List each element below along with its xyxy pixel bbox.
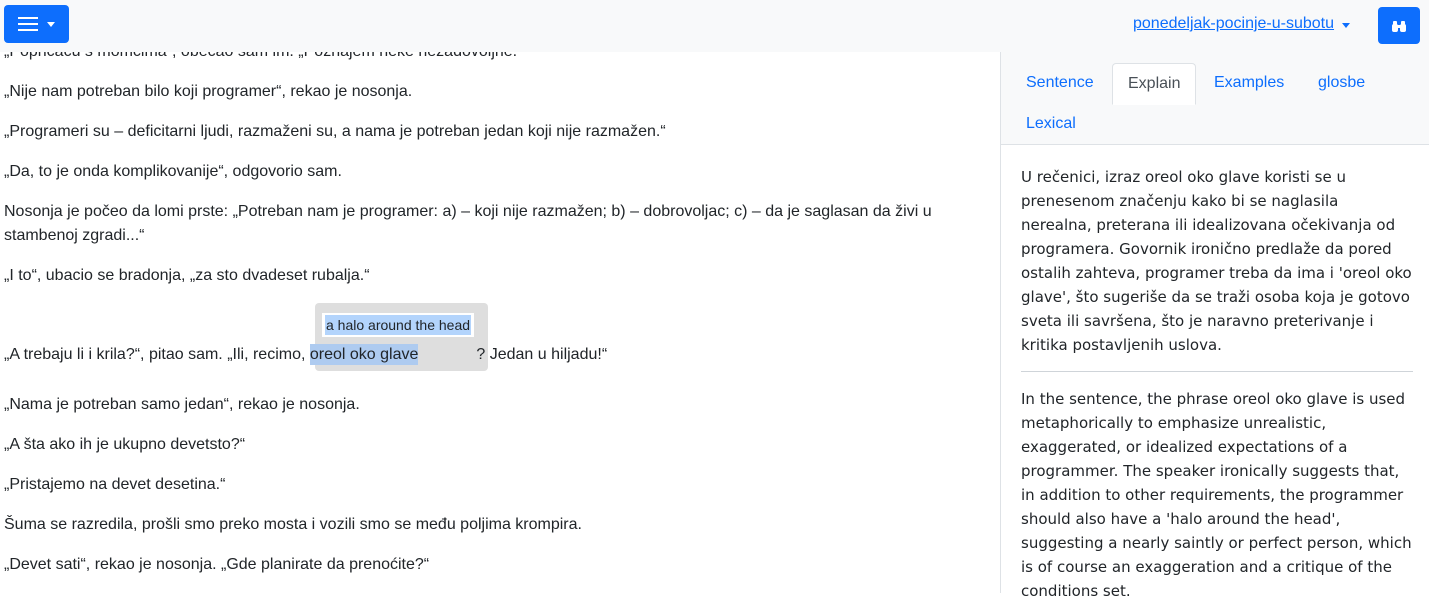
caret-down-icon (1342, 22, 1351, 28)
text-paragraph[interactable]: „Devet sati“, rekao je nosonja. „Gde pla… (4, 553, 964, 577)
text-paragraph[interactable]: „Programeri su – deficitarni ljudi, razm… (4, 120, 964, 144)
translation-tooltip: a halo around the head (322, 313, 475, 337)
tab-sentence[interactable]: Sentence (1026, 71, 1094, 95)
explanation-english: In the sentence, the phrase oreol oko gl… (1021, 390, 1412, 600)
hamburger-icon (18, 17, 38, 31)
explanation-native: U rečenici, izraz oreol oko glave korist… (1021, 168, 1412, 354)
tab-examples[interactable]: Examples (1214, 71, 1284, 95)
translation-text: a halo around the head (325, 315, 472, 335)
text-paragraph[interactable]: „A šta ako ih je ukupno devetsto?“ (4, 433, 964, 457)
text-paragraph[interactable]: „Nama je potreban samo jedan“, rekao je … (4, 393, 964, 417)
explanation-panel: Sentence Explain Examples glosbe Lexical… (1000, 52, 1429, 600)
tab-lexical[interactable]: Lexical (1026, 112, 1076, 136)
divider (1021, 371, 1413, 372)
text-paragraph[interactable]: Nosonja je počeo da lomi prste: „Potreba… (4, 200, 954, 248)
binoculars-icon (1392, 20, 1406, 32)
tab-glosbe[interactable]: glosbe (1318, 71, 1365, 95)
search-button[interactable] (1378, 7, 1420, 44)
book-title[interactable]: ponedeljak-pocinje-u-subotu (1133, 15, 1334, 33)
text-paragraph[interactable]: „I to“, ubacio se bradonja, „za sto dvad… (4, 264, 964, 288)
tab-explain[interactable]: Explain (1112, 63, 1197, 105)
text-paragraph[interactable]: „Pristajemo na devet desetina.“ (4, 473, 964, 497)
caret-down-icon (47, 21, 55, 27)
explanation-content: U rečenici, izraz oreol oko glave korist… (1021, 165, 1413, 603)
top-navbar: ponedeljak-pocinje-u-subotu (0, 0, 1429, 52)
panel-tabs: Sentence Explain Examples glosbe Lexical (1001, 52, 1429, 145)
menu-dropdown-button[interactable] (4, 5, 69, 43)
text-paragraph[interactable]: „Nije nam potreban bilo koji programer“,… (4, 80, 964, 104)
selected-sentence[interactable]: „A trebaju li i krila?“, pitao sam. „Ili… (4, 343, 964, 367)
text-paragraph[interactable]: „Da, to je onda komplikovanije“, odgovor… (4, 160, 964, 184)
reader-pane: „Popričaću s momcima“, obećao sam im. „P… (0, 0, 1000, 593)
sentence-end[interactable]: ? Jedan u hiljadu!“ (476, 346, 607, 363)
book-selector-dropdown[interactable]: ponedeljak-pocinje-u-subotu (1133, 15, 1351, 33)
selected-word[interactable]: oreol oko glave (309, 344, 419, 365)
text-paragraph[interactable]: Šuma se razredila, prošli smo preko most… (4, 513, 964, 537)
sentence-start[interactable]: „A trebaju li i krila?“, pitao sam. „Ili… (4, 346, 310, 363)
